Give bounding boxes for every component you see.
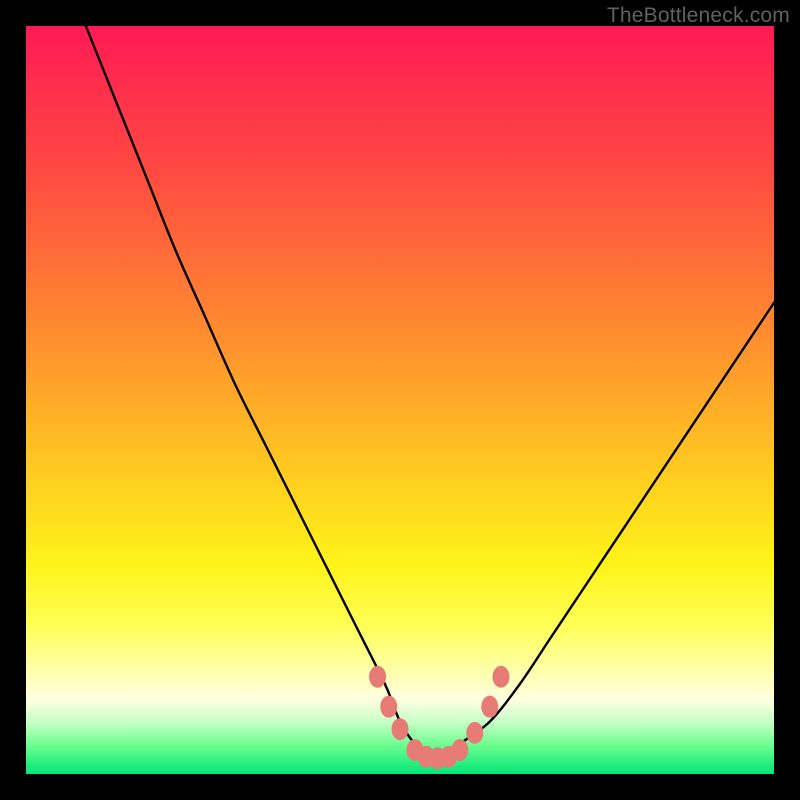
- plot-area: [26, 26, 774, 774]
- highlight-marker: [380, 696, 397, 718]
- bottleneck-curve-path: [86, 26, 774, 761]
- highlight-marker: [392, 718, 409, 740]
- highlight-marker: [451, 739, 468, 761]
- highlighted-points-group: [369, 666, 509, 770]
- watermark-text: TheBottleneck.com: [607, 4, 790, 28]
- highlight-marker: [492, 666, 509, 688]
- highlight-marker: [466, 722, 483, 744]
- highlight-marker: [481, 696, 498, 718]
- chart-frame: TheBottleneck.com: [0, 0, 800, 800]
- bottleneck-curve-svg: [26, 26, 774, 774]
- highlight-marker: [369, 666, 386, 688]
